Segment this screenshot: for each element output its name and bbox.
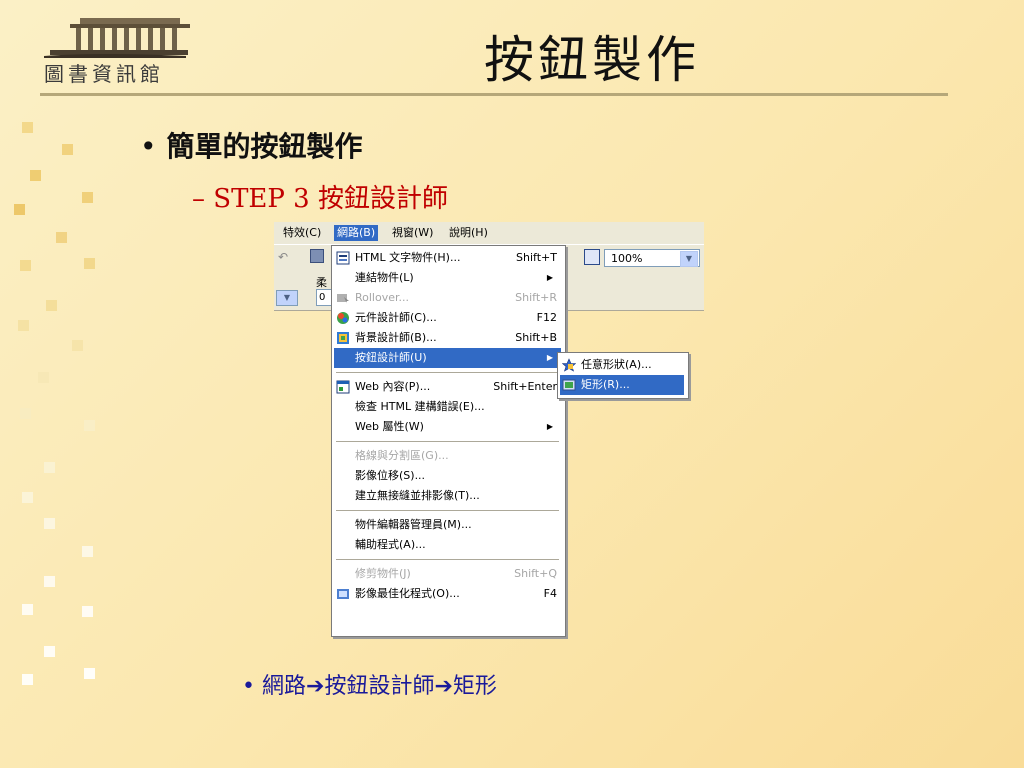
menu-item-label: 影像最佳化程式(O)...: [355, 587, 460, 600]
menu-item-[interactable]: 輔助程式(A)...: [334, 535, 561, 555]
network-menu: HTML 文字物件(H)... Shift+T 連結物件(L) ▶ Rollover..…: [331, 245, 566, 637]
menu-item-label: 矩形(R)...: [581, 378, 630, 391]
menu-item-label: 按鈕設計師(U): [355, 351, 427, 364]
menu-separator: [336, 441, 559, 442]
partial-label: 柔: [316, 276, 327, 289]
bullet-simple-button: • 簡單的按鈕製作: [140, 125, 363, 165]
menu-item-[interactable]: 格線與分割區(G)...: [334, 446, 561, 466]
menu-item-[interactable]: 物件編輯器管理員(M)...: [334, 515, 561, 535]
logo-caption: 圖書資訊館: [44, 62, 164, 86]
menu-separator: [336, 559, 559, 560]
menu-item-label: 連結物件(L): [355, 271, 414, 284]
zoom-select[interactable]: 100% ▼: [604, 249, 700, 267]
rollover-icon: [337, 294, 349, 304]
menu-separator: [336, 372, 559, 373]
submenu-arrow-icon: ▶: [546, 353, 553, 362]
menu-item-shortcut: F4: [543, 587, 557, 600]
title-divider: [40, 93, 948, 96]
menu-item-html[interactable]: 檢查 HTML 建構錯誤(E)...: [334, 397, 561, 417]
menu-item-[interactable]: 影像最佳化程式(O)... F4: [334, 584, 561, 604]
path-network: 網路: [261, 674, 306, 699]
image-optimizer-icon: [337, 589, 349, 599]
menu-item-html[interactable]: HTML 文字物件(H)... Shift+T: [334, 248, 561, 268]
bullet-marker: •: [140, 130, 157, 163]
menu-item-shortcut: Shift+Q: [514, 567, 557, 580]
partial-field[interactable]: 0: [316, 289, 332, 306]
menu-item-shortcut: Shift+B: [515, 331, 557, 344]
menu-item-label: 物件編輯器管理員(M)...: [355, 518, 472, 531]
web-content-icon: [336, 380, 350, 394]
arrange-icon[interactable]: [584, 249, 600, 265]
html-text-icon: [336, 251, 350, 265]
menu-item-label: 建立無接縫並排影像(T)...: [355, 489, 480, 502]
menu-item-label: 檢查 HTML 建構錯誤(E)...: [355, 400, 485, 413]
bullet1-text: 簡單的按鈕製作: [166, 130, 363, 163]
menu-item-shortcut: Shift+Enter: [493, 380, 557, 393]
print-icon[interactable]: [310, 249, 324, 263]
menu-item-web[interactable]: Web 屬性(W) ▶: [334, 417, 561, 437]
menu-item-label: 元件設計師(C)...: [355, 311, 437, 324]
menu-item-web[interactable]: Web 內容(P)... Shift+Enter: [334, 377, 561, 397]
menu-item-rollover[interactable]: Rollover... Shift+R: [334, 288, 561, 308]
menu-item-[interactable]: 建立無接縫並排影像(T)...: [334, 486, 561, 506]
slide-title: 按鈕製作: [484, 31, 700, 89]
menu-item-[interactable]: 影像位移(S)...: [334, 466, 561, 486]
menu-item-[interactable]: 背景設計師(B)... Shift+B: [334, 328, 561, 348]
menubar: 特效(C) 網路(B) 視窗(W) 說明(H): [274, 222, 704, 244]
menu-item-label: 背景設計師(B)...: [355, 331, 437, 344]
menu-item-label: 格線與分割區(G)...: [355, 449, 449, 462]
path-button-designer: 按鈕設計師: [324, 674, 435, 699]
menu-window[interactable]: 視窗(W): [389, 225, 436, 241]
menu-separator: [336, 510, 559, 511]
button-designer-submenu: 任意形狀(A)... 矩形(R)...: [557, 352, 689, 399]
step-3-label: – STEP 3 按鈕設計師: [192, 184, 448, 214]
bullet3-marker: •: [242, 674, 255, 699]
menu-network[interactable]: 網路(B): [334, 225, 379, 241]
undo-icon[interactable]: ↶: [278, 250, 288, 264]
menu-effects[interactable]: 特效(C): [280, 225, 324, 241]
menu-item-shortcut: Shift+T: [516, 251, 557, 264]
partial-dropdown[interactable]: ▼: [276, 290, 298, 306]
menu-item-shortcut: Shift+R: [515, 291, 557, 304]
arrow-right-icon: ➔: [306, 674, 325, 699]
menu-item-label: 修剪物件(J): [355, 567, 411, 580]
menu-item-label: 輔助程式(A)...: [355, 538, 426, 551]
arrow-right-icon: ➔: [434, 674, 453, 699]
chevron-down-icon[interactable]: ▼: [680, 251, 698, 267]
rectangle-button-icon: [562, 379, 576, 391]
menu-item-[interactable]: 矩形(R)...: [560, 375, 684, 395]
menu-item-[interactable]: 任意形狀(A)...: [560, 355, 684, 375]
menu-help[interactable]: 說明(H): [446, 225, 491, 241]
path-summary: • 網路➔按鈕設計師➔矩形: [242, 668, 497, 700]
menu-item-label: Web 內容(P)...: [355, 380, 431, 393]
component-designer-icon: [337, 312, 349, 324]
menu-item-shortcut: F12: [536, 311, 557, 324]
submenu-arrow-icon: ▶: [546, 422, 553, 431]
menu-item-label: 影像位移(S)...: [355, 469, 426, 482]
star-shape-icon: [562, 358, 576, 372]
zoom-value: 100%: [611, 252, 643, 265]
menu-item-label: Rollover...: [355, 291, 410, 304]
menu-item-label: HTML 文字物件(H)...: [355, 251, 461, 264]
menu-item-[interactable]: 按鈕設計師(U) ▶: [334, 348, 561, 368]
menu-item-[interactable]: 連結物件(L) ▶: [334, 268, 561, 288]
menu-item-[interactable]: 元件設計師(C)... F12: [334, 308, 561, 328]
menu-item-label: 任意形狀(A)...: [581, 358, 652, 371]
path-rectangle: 矩形: [452, 674, 497, 699]
background-designer-icon: [337, 332, 349, 344]
menu-item-[interactable]: 修剪物件(J) Shift+Q: [334, 564, 561, 584]
menu-item-label: Web 屬性(W): [355, 420, 424, 433]
submenu-arrow-icon: ▶: [546, 273, 553, 282]
